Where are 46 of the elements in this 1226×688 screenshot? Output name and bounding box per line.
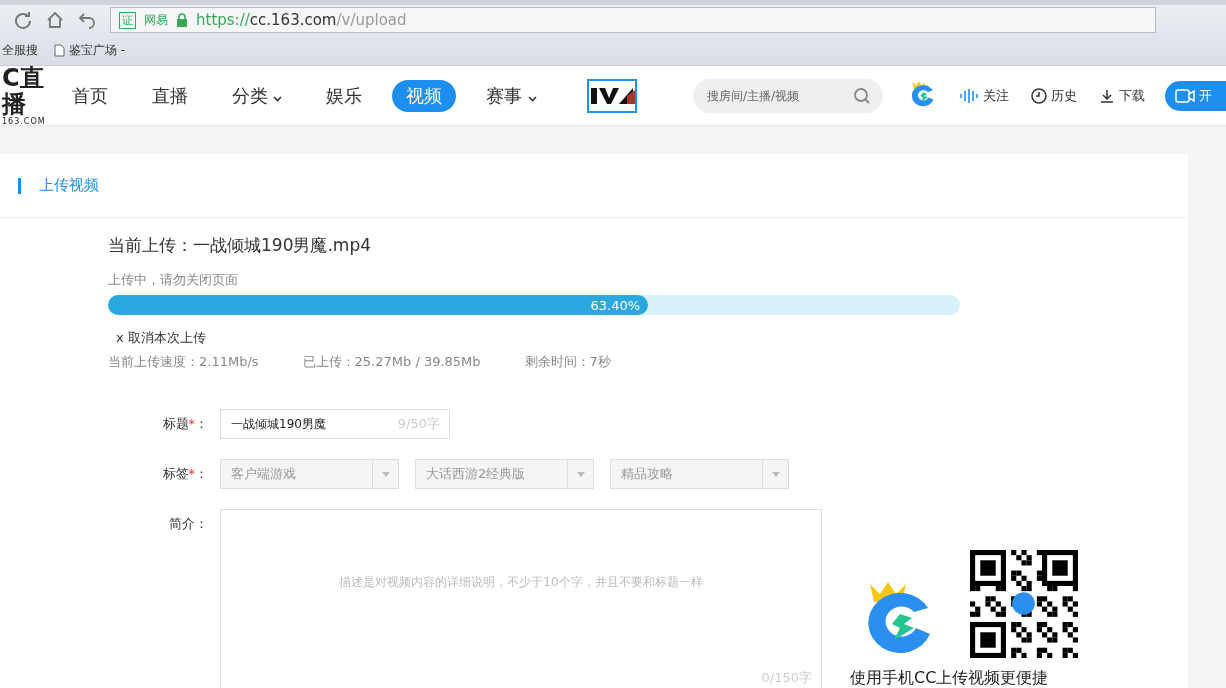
progress-percent: 63.40% <box>590 297 641 313</box>
nav-tab[interactable]: 赛事 <box>472 79 551 112</box>
header-link[interactable]: 历史 <box>1051 86 1077 105</box>
site-logo[interactable]: C直播 <box>2 65 58 117</box>
lock-icon <box>176 13 188 27</box>
nav-tab[interactable]: 首页 <box>57 79 122 112</box>
promo-text: 使用手机CC上传视频更便捷 <box>850 668 1050 688</box>
caret-icon <box>771 471 780 477</box>
panel-title: 上传视频 <box>39 176 99 195</box>
cancel-upload-link[interactable]: x 取消本次上传 <box>116 329 206 347</box>
nav-tab[interactable]: 娱乐 <box>312 79 377 112</box>
address-bar[interactable]: 证 网易 https://cc.163.com/v/upload <box>110 7 1156 33</box>
field-label: 标题*： <box>161 415 209 433</box>
url-text: https://cc.163.com/v/upload <box>196 11 407 29</box>
camera-icon <box>1175 88 1195 103</box>
site-name: 网易 <box>144 11 168 29</box>
bookmark[interactable]: 鉴宝广场 - <box>69 41 126 59</box>
reload-icon[interactable] <box>14 11 32 29</box>
home-icon[interactable] <box>46 11 64 29</box>
logo-domain: 163.COM <box>2 117 46 126</box>
field-label: 简介： <box>168 515 209 533</box>
header-link[interactable]: 关注 <box>983 86 1009 105</box>
download-icon <box>1099 87 1115 104</box>
page-icon <box>54 43 65 57</box>
upload-status: 上传中，请勿关闭页面 <box>108 271 239 289</box>
sound-wave-icon <box>959 87 979 104</box>
caret-icon <box>381 471 390 477</box>
badge-logo-icon <box>589 85 635 106</box>
upload-stat: 当前上传速度：2.11Mb/s <box>108 353 259 371</box>
caret-icon <box>273 95 283 102</box>
search-field[interactable]: 搜房间/主播/视频 <box>693 78 883 113</box>
caret-icon <box>528 95 537 102</box>
certificate-badge: 证 <box>119 11 136 29</box>
current-upload: 当前上传：一战倾城190男魔.mp4 <box>108 234 373 257</box>
upload-stat: 已上传：25.27Mb / 39.85Mb <box>302 353 481 371</box>
bookmark[interactable]: 全服搜 <box>2 41 38 59</box>
search-icon[interactable] <box>853 86 871 105</box>
nav-tab[interactable]: 分类 <box>217 79 297 112</box>
undo-icon[interactable] <box>78 11 96 29</box>
clock-icon <box>1031 87 1047 104</box>
banner-ad[interactable] <box>587 78 637 113</box>
caret-icon <box>576 471 585 477</box>
upload-stat: 剩余时间：7秒 <box>524 353 611 371</box>
field-label: 标签*： <box>161 465 209 483</box>
nav-tab[interactable]: 直播 <box>137 79 202 112</box>
header-link[interactable]: 下载 <box>1119 86 1145 105</box>
